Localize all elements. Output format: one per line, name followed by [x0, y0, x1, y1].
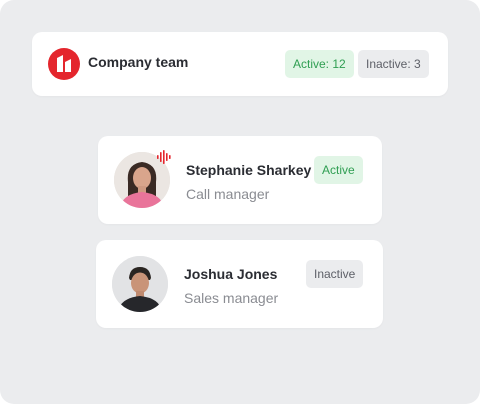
member-role: Sales manager — [184, 290, 279, 306]
status-badge: Inactive — [306, 260, 364, 288]
team-panel: Company team Active: 12 Inactive: 3 Step… — [0, 0, 480, 404]
active-count-badge[interactable]: Active: 12 — [285, 50, 354, 78]
status-badge: Active — [314, 156, 363, 184]
company-logo-icon — [48, 48, 80, 80]
member-name: Joshua Jones — [184, 266, 278, 282]
voice-wave-icon — [157, 150, 171, 164]
member-card-stephanie[interactable]: Stephanie Sharkey Call manager Active — [98, 136, 382, 224]
inactive-count-badge[interactable]: Inactive: 3 — [358, 50, 429, 78]
avatar — [112, 256, 168, 312]
member-card-joshua[interactable]: Joshua Jones Sales manager Inactive — [96, 240, 383, 328]
company-team-card[interactable]: Company team Active: 12 Inactive: 3 — [32, 32, 448, 96]
company-name: Company team — [88, 54, 189, 70]
member-name: Stephanie Sharkey — [186, 162, 312, 178]
member-role: Call manager — [186, 186, 270, 202]
